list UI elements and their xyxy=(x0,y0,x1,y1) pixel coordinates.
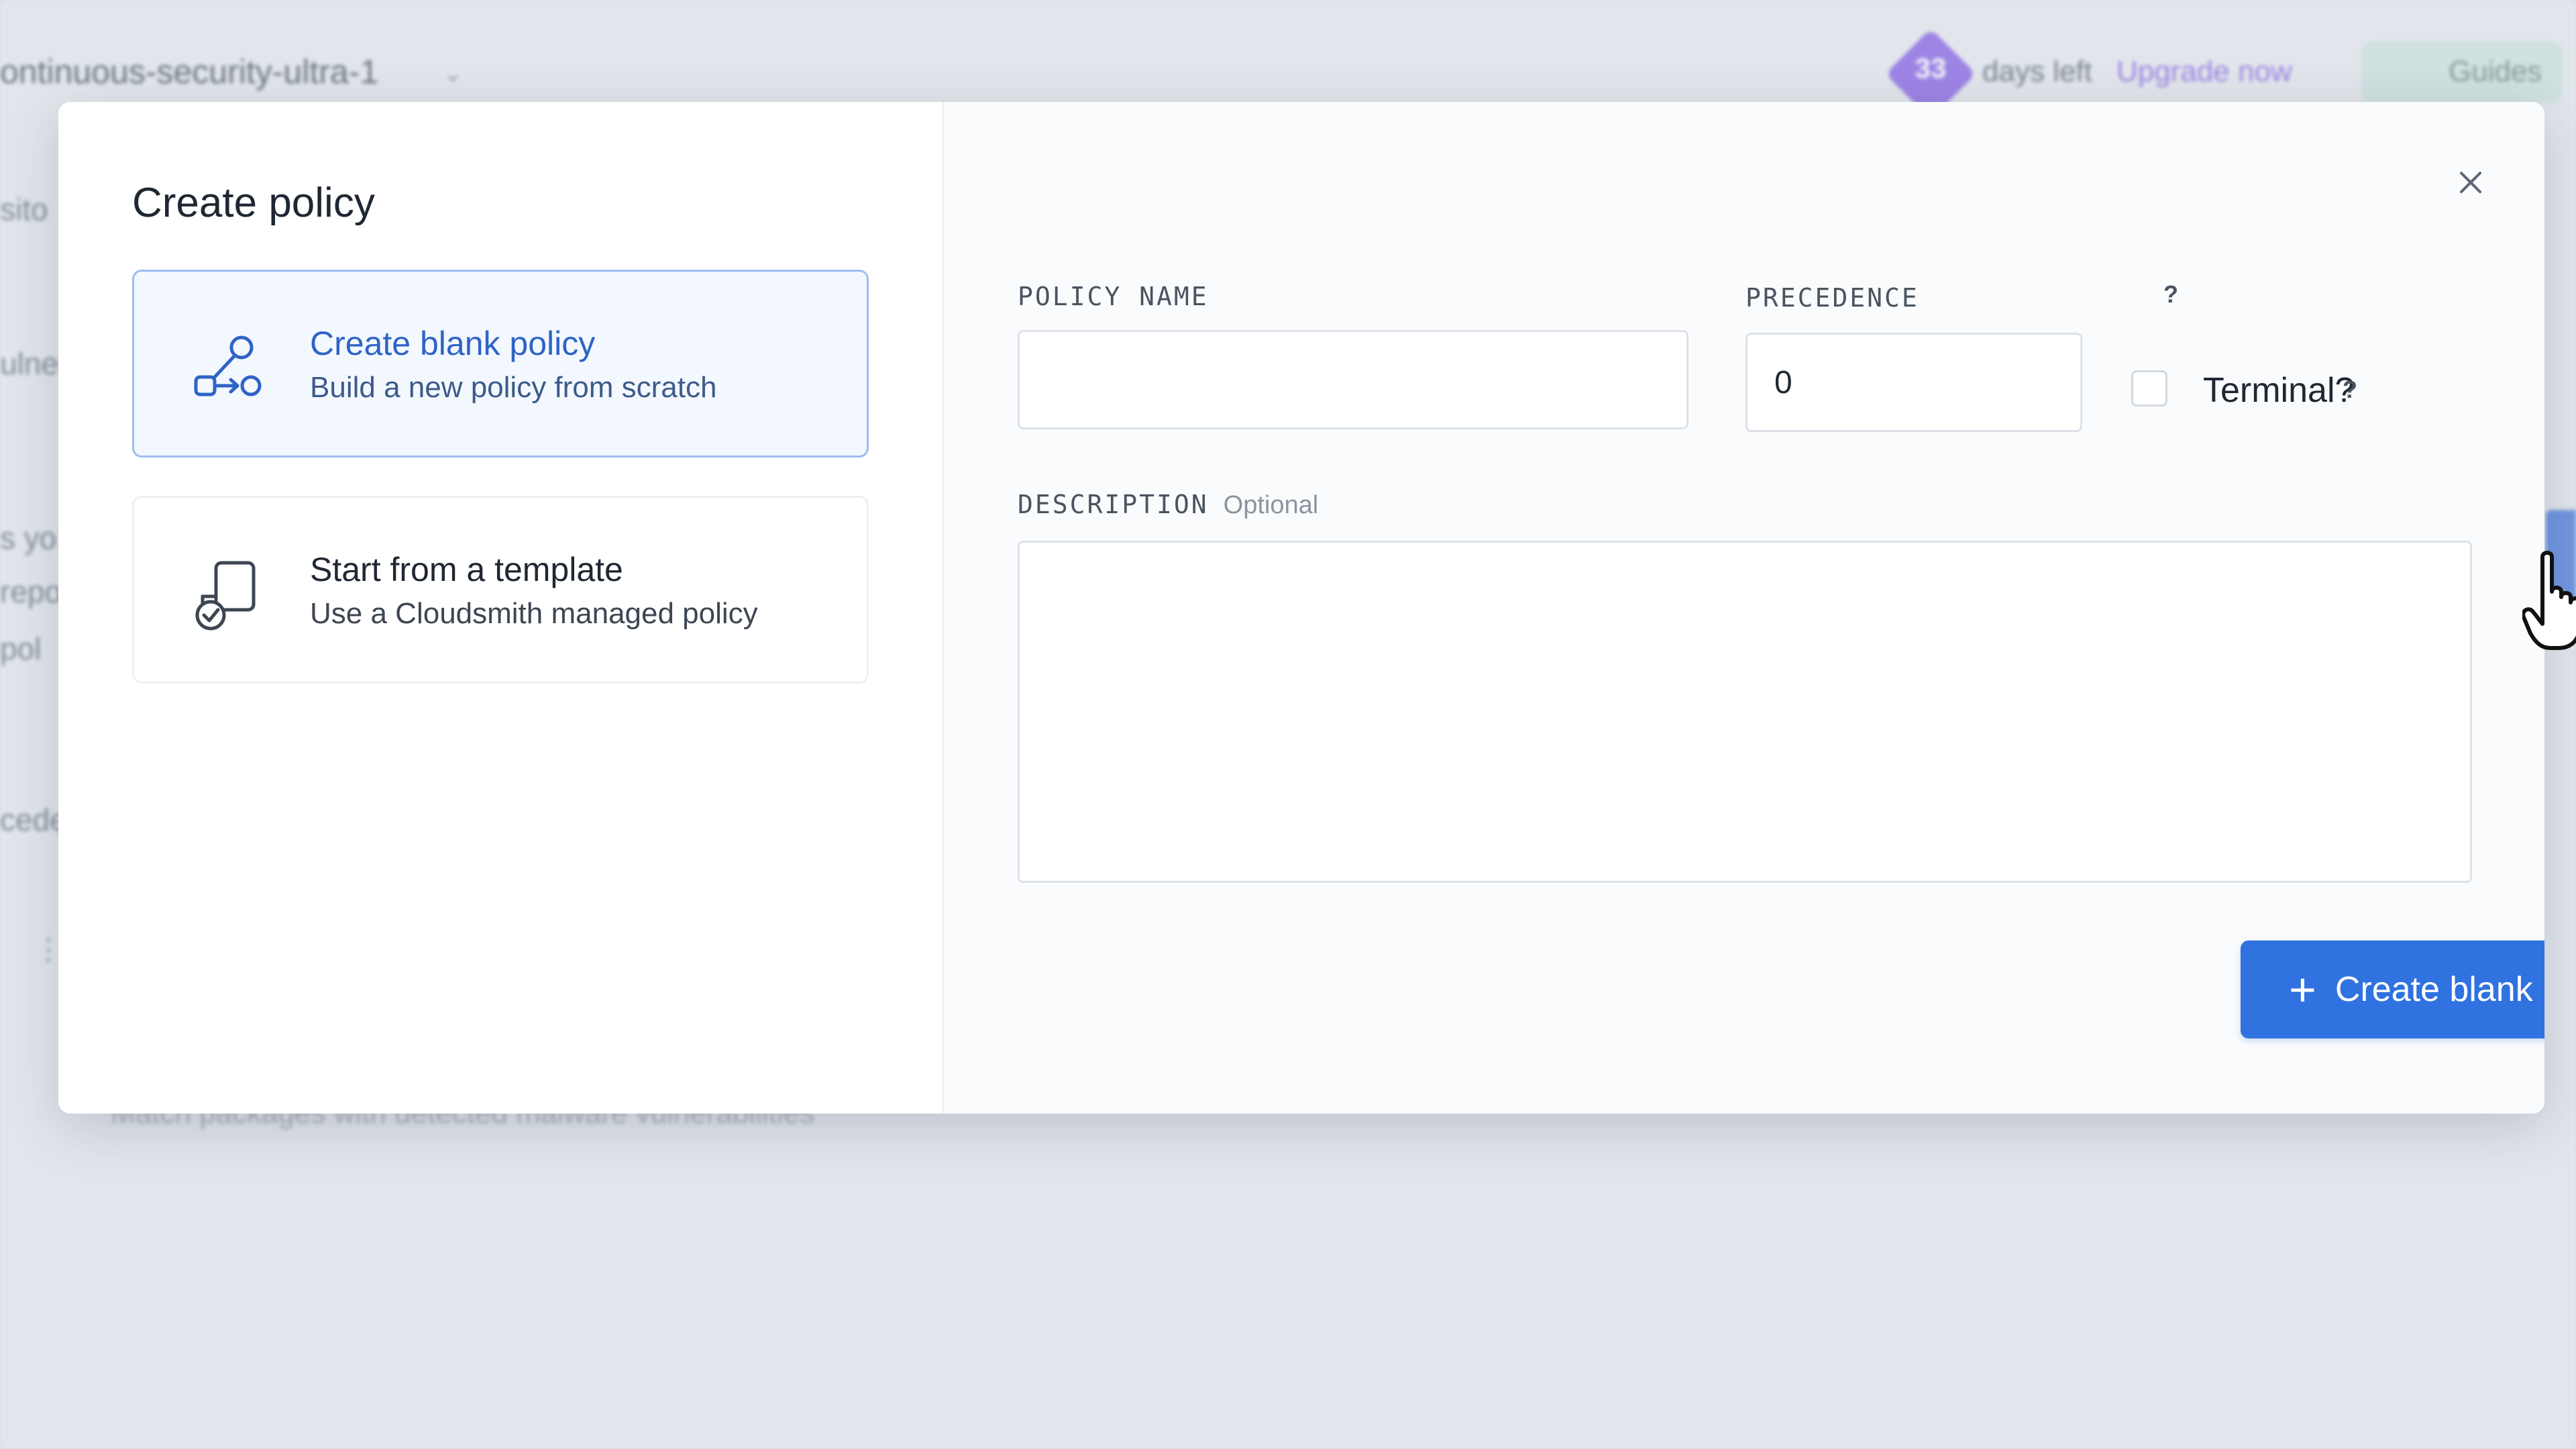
flow-icon xyxy=(194,335,262,396)
precedence-input[interactable] xyxy=(1746,333,2082,432)
upgrade-link[interactable]: Upgrade now xyxy=(2116,55,2292,89)
bg-text-fragment: pol xyxy=(0,631,42,666)
hand-pointer-icon xyxy=(2522,551,2576,650)
precedence-help-icon[interactable]: ? xyxy=(2163,280,2178,309)
option-create-blank-policy[interactable]: Create blank policy Build a new policy f… xyxy=(132,270,869,458)
precedence-label: PRECEDENCE xyxy=(1746,283,1919,313)
guides-button[interactable]: Guides xyxy=(2361,42,2563,103)
modal-title: Create policy xyxy=(132,180,375,226)
workspace-name: ontinuous-security-ultra-1 xyxy=(0,53,379,91)
policy-name-label: POLICY NAME xyxy=(1018,282,1209,311)
close-icon xyxy=(2460,172,2481,193)
description-textarea[interactable] xyxy=(1018,541,2472,883)
create-blank-policy-button-label: Create blank policy xyxy=(2334,970,2544,1009)
description-label-text: DESCRIPTION xyxy=(1018,490,1209,519)
policy-name-input[interactable] xyxy=(1018,330,1688,429)
optional-tag: Optional xyxy=(1223,491,1319,519)
close-button[interactable] xyxy=(2444,156,2498,209)
terminal-label: Terminal? xyxy=(2203,371,2355,410)
option-title: Start from a template xyxy=(310,551,623,588)
days-left-label: days left xyxy=(1982,55,2092,88)
guides-label: Guides xyxy=(2449,55,2542,88)
bg-text-fragment: sito xyxy=(0,192,48,227)
policy-form-panel: POLICY NAME PRECEDENCE ? Terminal? ? DES… xyxy=(944,102,2544,1114)
bg-text-fragment: repo xyxy=(0,574,62,609)
option-title: Create blank policy xyxy=(310,325,596,362)
terminal-help-icon[interactable]: ? xyxy=(2343,376,2357,404)
description-label: DESCRIPTION Optional xyxy=(1018,490,1318,520)
option-start-from-template[interactable]: Start from a template Use a Cloudsmith m… xyxy=(132,496,869,684)
create-blank-policy-button[interactable]: + Create blank policy xyxy=(2241,941,2544,1038)
template-check-icon xyxy=(195,561,256,631)
option-subtitle: Use a Cloudsmith managed policy xyxy=(310,597,758,630)
chevron-down-icon: ⌄ xyxy=(443,59,464,87)
bg-text-fragment: cede xyxy=(0,802,67,837)
trial-days-count: 33 xyxy=(1915,52,1947,84)
create-policy-modal: Create policy Create blank policy Build … xyxy=(58,102,2544,1114)
bg-text-fragment: s yo xyxy=(0,521,57,555)
terminal-checkbox[interactable] xyxy=(2131,370,2167,407)
policy-type-panel: Create policy Create blank policy Build … xyxy=(58,102,944,1114)
plus-icon: + xyxy=(2289,963,2316,1016)
option-subtitle: Build a new policy from scratch xyxy=(310,371,717,404)
